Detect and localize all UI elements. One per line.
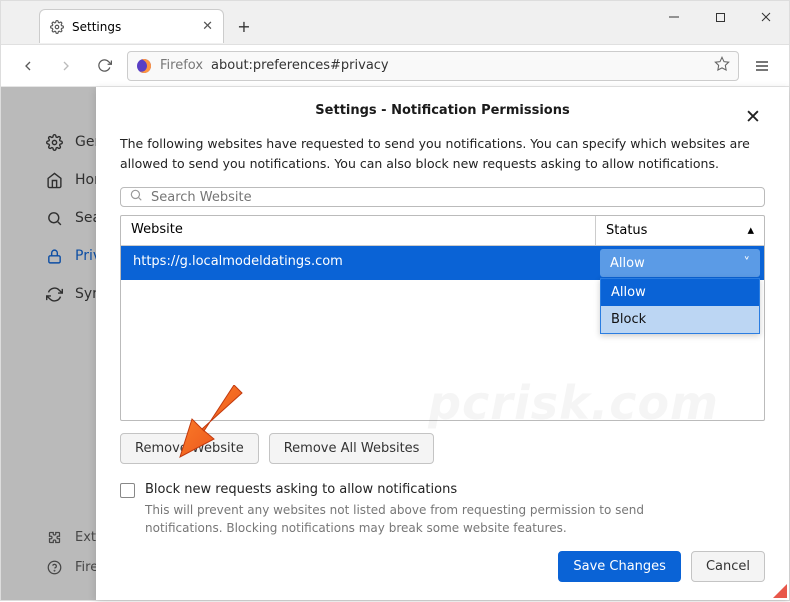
status-dropdown-button[interactable]: Allow ˅: [600, 249, 760, 277]
status-dropdown-menu: Allow Block: [600, 278, 760, 334]
back-button[interactable]: [13, 51, 43, 81]
block-new-requests-checkbox[interactable]: [120, 483, 135, 498]
dropdown-option-block[interactable]: Block: [601, 306, 759, 333]
block-new-requests-label: Block new requests asking to allow notif…: [145, 482, 457, 497]
firefox-icon: [136, 58, 152, 74]
dropdown-option-allow[interactable]: Allow: [601, 279, 759, 306]
col-website[interactable]: Website: [121, 216, 596, 245]
titlebar: Settings ✕ +: [1, 1, 789, 45]
cancel-button[interactable]: Cancel: [691, 551, 765, 582]
minimize-button[interactable]: [651, 1, 697, 33]
modal-description: The following websites have requested to…: [120, 134, 765, 173]
remove-buttons-row: Remove Website Remove All Websites: [120, 433, 765, 464]
table-row[interactable]: https://g.localmodeldatings.com Allow ˅ …: [121, 246, 764, 280]
modal-title: Settings - Notification Permissions: [315, 103, 569, 118]
col-status-label: Status: [606, 223, 647, 238]
corner-fold-icon: [773, 584, 787, 598]
forward-button[interactable]: [51, 51, 81, 81]
cell-status: Allow ˅ Allow Block: [596, 246, 764, 280]
search-icon: [129, 188, 143, 206]
browser-tab[interactable]: Settings ✕: [39, 9, 224, 43]
maximize-button[interactable]: [697, 1, 743, 33]
sort-arrow-icon: ▴: [747, 223, 754, 238]
url-protocol-label: Firefox: [160, 58, 203, 73]
tab-favicon-icon: [50, 20, 64, 34]
menu-button[interactable]: [747, 51, 777, 81]
modal-close-button[interactable]: ✕: [741, 105, 765, 129]
search-website-input[interactable]: [151, 190, 756, 205]
table-header: Website Status ▴: [121, 216, 764, 246]
modal-overlay: pcrisk.com Settings - Notification Permi…: [1, 87, 789, 600]
close-window-button[interactable]: [743, 1, 789, 33]
remove-website-button[interactable]: Remove Website: [120, 433, 259, 464]
col-status[interactable]: Status ▴: [596, 216, 764, 245]
block-new-requests-help: This will prevent any websites not liste…: [145, 502, 685, 537]
modal-footer: Save Changes Cancel: [120, 537, 765, 582]
chevron-down-icon: ˅: [744, 256, 751, 271]
reload-button[interactable]: [89, 51, 119, 81]
bookmark-star-icon[interactable]: [714, 56, 730, 76]
block-new-requests-row: Block new requests asking to allow notif…: [120, 482, 765, 498]
url-text: about:preferences#privacy: [211, 58, 389, 73]
address-bar[interactable]: Firefox about:preferences#privacy: [127, 51, 739, 81]
cell-url: https://g.localmodeldatings.com: [121, 246, 596, 280]
remove-all-websites-button[interactable]: Remove All Websites: [269, 433, 435, 464]
status-value: Allow: [610, 256, 645, 271]
tab-close-icon[interactable]: ✕: [202, 19, 213, 34]
save-changes-button[interactable]: Save Changes: [558, 551, 681, 582]
search-website-field[interactable]: [120, 187, 765, 207]
new-tab-button[interactable]: +: [230, 12, 258, 40]
window-controls: [651, 1, 789, 33]
permissions-table: Website Status ▴ https://g.localmodeldat…: [120, 215, 765, 421]
modal-header: Settings - Notification Permissions ✕: [120, 103, 765, 118]
toolbar: Firefox about:preferences#privacy: [1, 45, 789, 87]
tab-title: Settings: [72, 20, 121, 34]
notification-permissions-modal: pcrisk.com Settings - Notification Permi…: [96, 87, 789, 600]
